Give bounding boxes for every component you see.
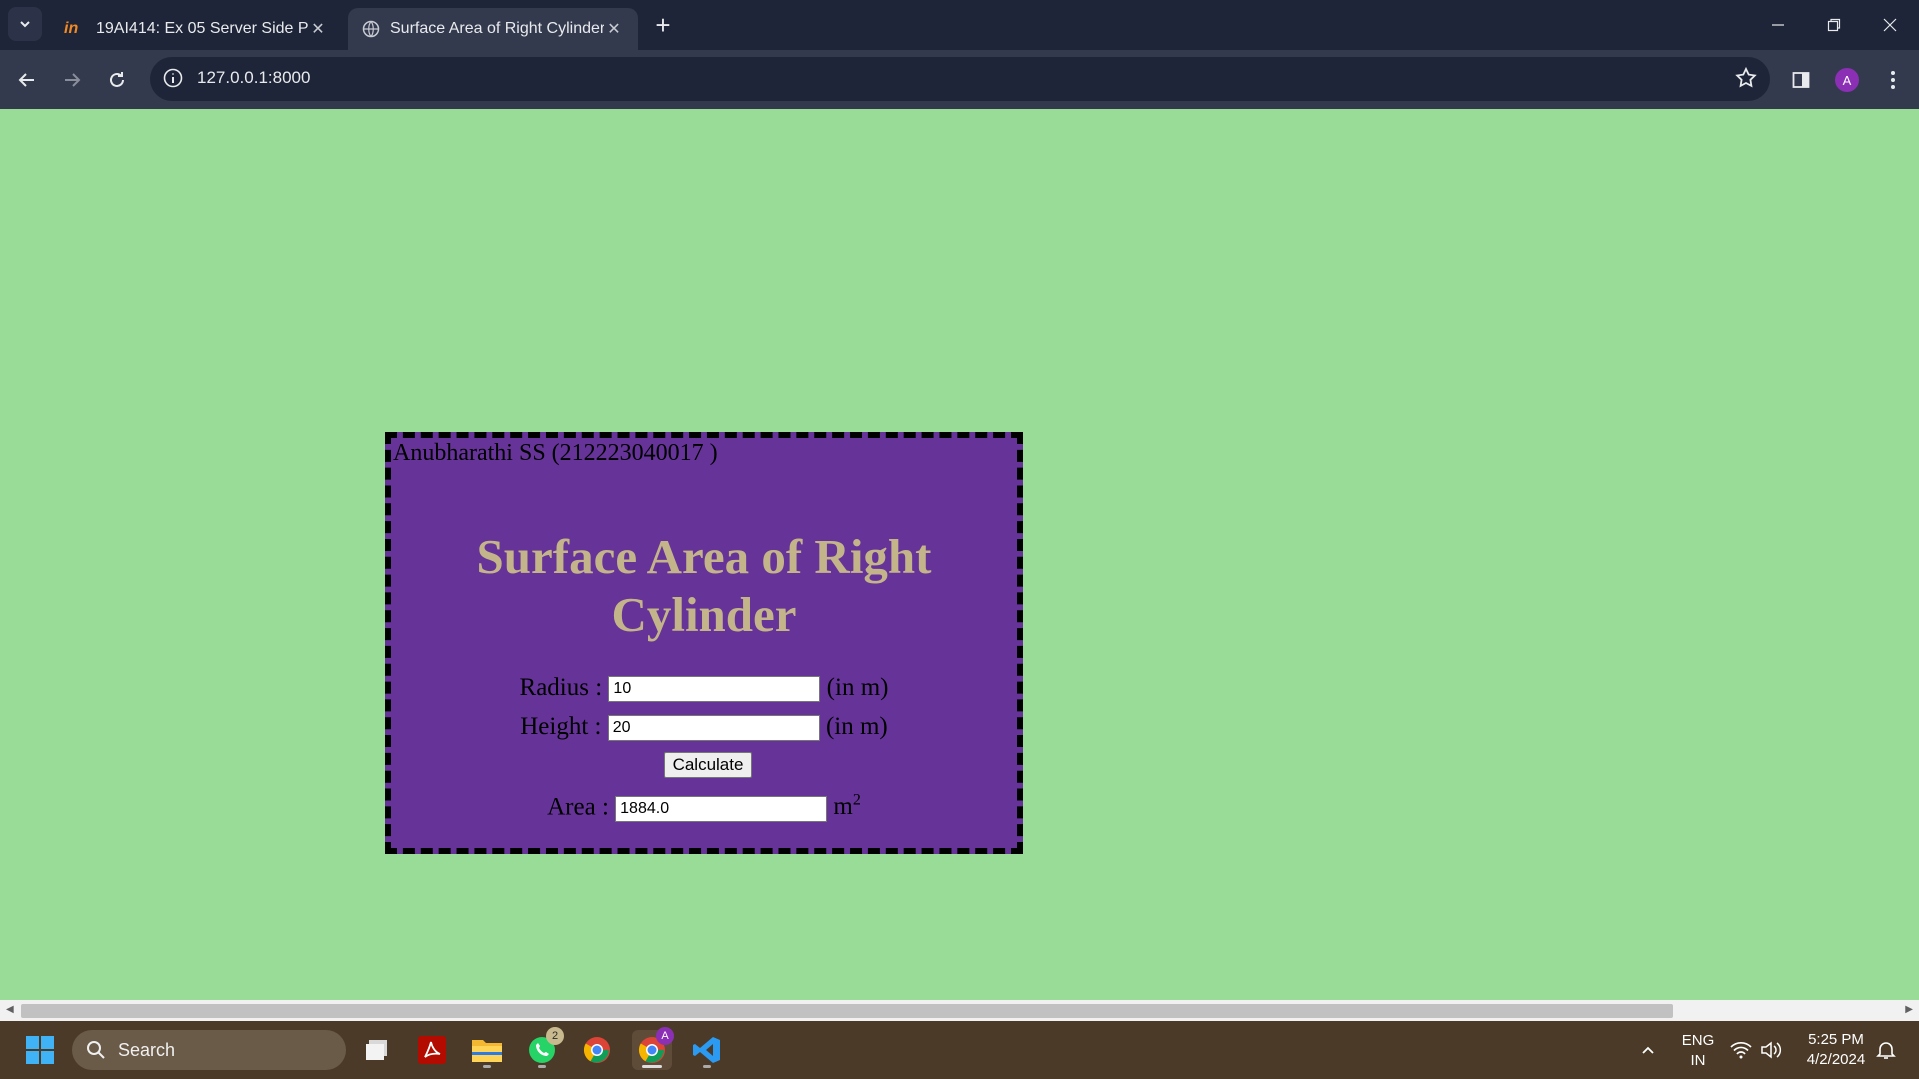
- taskbar-search[interactable]: Search: [72, 1030, 346, 1070]
- close-icon: [1883, 18, 1897, 32]
- notification-badge: 2: [546, 1027, 564, 1045]
- clock-date: 4/2/2024: [1806, 1051, 1866, 1068]
- author-line: Anubharathi SS (212223040017 ): [393, 440, 718, 466]
- taskbar-whatsapp[interactable]: 2: [522, 1027, 564, 1070]
- area-label: Area :: [547, 793, 609, 821]
- close-icon[interactable]: ✕: [604, 19, 624, 39]
- bookmark-star-icon[interactable]: [1734, 66, 1758, 90]
- height-row: Height : (in m): [391, 713, 1017, 742]
- area-unit-exponent: 2: [852, 792, 861, 809]
- running-indicator: [538, 1065, 546, 1068]
- window-close-button[interactable]: [1870, 8, 1910, 42]
- task-view-icon: [366, 1040, 387, 1060]
- folder-icon: [472, 1040, 502, 1062]
- tab-ex05[interactable]: in 19AI414: Ex 05 Server Side Proc ✕: [50, 8, 342, 50]
- side-panel-button[interactable]: [1783, 62, 1819, 98]
- running-indicator: [642, 1065, 662, 1068]
- reload-button[interactable]: [100, 63, 134, 97]
- tab-search-button[interactable]: [8, 7, 42, 41]
- browser-tab-bar: in 19AI414: Ex 05 Server Side Proc ✕ Sur…: [0, 0, 1919, 50]
- minimize-icon: [1772, 24, 1784, 26]
- search-icon: [87, 1041, 105, 1059]
- radius-unit: (in m): [826, 674, 889, 701]
- restore-button[interactable]: [1814, 8, 1854, 42]
- chevron-down-icon: [20, 21, 30, 28]
- start-button[interactable]: [20, 1030, 60, 1070]
- network-volume-tray[interactable]: [1722, 1030, 1792, 1070]
- search-placeholder: Search: [118, 1039, 176, 1060]
- page-title: Surface Area of Right Cylinder: [476, 529, 932, 642]
- horizontal-scrollbar[interactable]: ◀ ▶: [0, 1000, 1919, 1021]
- close-icon[interactable]: ✕: [308, 19, 328, 39]
- minimize-button[interactable]: [1758, 8, 1798, 42]
- back-button[interactable]: [10, 63, 44, 97]
- tray-overflow-button[interactable]: [1628, 1030, 1668, 1070]
- language-code: ENG: [1681, 1032, 1715, 1049]
- clock[interactable]: 5:25 PM 4/2/2024: [1798, 1030, 1874, 1070]
- running-indicator: [483, 1065, 491, 1068]
- area-unit: m2: [833, 792, 861, 821]
- running-indicator: [703, 1065, 711, 1068]
- moodle-in-icon: in: [64, 20, 79, 37]
- volume-icon: [1761, 1041, 1782, 1059]
- arrow-left-icon: [18, 73, 34, 87]
- chevron-up-icon: [1642, 1046, 1654, 1054]
- calculator-card: Anubharathi SS (212223040017 ) Surface A…: [385, 432, 1023, 854]
- restore-icon: [1827, 18, 1841, 32]
- height-unit: (in m): [825, 713, 888, 740]
- scroll-left-arrow-icon[interactable]: ◀: [6, 1004, 14, 1015]
- globe-icon: [362, 20, 380, 38]
- info-icon[interactable]: [162, 67, 184, 89]
- scroll-right-arrow-icon[interactable]: ▶: [1905, 1004, 1913, 1015]
- kebab-menu-icon: [1891, 71, 1895, 89]
- taskbar-chrome-profile[interactable]: A: [632, 1027, 674, 1070]
- browser-toolbar: 127.0.0.1:8000 A: [0, 50, 1919, 109]
- height-label: Height :: [520, 713, 602, 740]
- wifi-icon: [1730, 1041, 1752, 1059]
- arrow-right-icon: [65, 73, 81, 87]
- address-bar[interactable]: 127.0.0.1:8000: [150, 57, 1770, 101]
- profile-button[interactable]: A: [1829, 62, 1865, 98]
- side-panel-icon: [1792, 72, 1810, 88]
- browser-menu-button[interactable]: [1875, 62, 1911, 98]
- tab-label: 19AI414: Ex 05 Server Side Proc: [96, 20, 308, 37]
- windows-logo-icon: [26, 1036, 54, 1064]
- taskbar-acrobat[interactable]: [412, 1030, 452, 1070]
- radius-label: Radius :: [519, 674, 603, 701]
- taskbar-task-view[interactable]: [358, 1030, 398, 1070]
- taskbar-chrome[interactable]: [577, 1030, 617, 1070]
- reload-icon: [110, 72, 124, 87]
- calculate-button[interactable]: Calculate: [664, 752, 752, 778]
- bell-icon: [1876, 1042, 1896, 1059]
- avatar: A: [1835, 68, 1859, 92]
- vscode-icon: [693, 1037, 720, 1063]
- tab-surface-area[interactable]: Surface Area of Right Cylinder ✕: [348, 8, 638, 50]
- language-indicator[interactable]: ENG IN: [1680, 1031, 1716, 1071]
- profile-badge: A: [656, 1027, 674, 1045]
- address-url: 127.0.0.1:8000: [197, 68, 311, 87]
- new-tab-button[interactable]: +: [648, 10, 678, 40]
- height-input[interactable]: [607, 715, 820, 742]
- area-unit-base: m: [833, 793, 853, 821]
- windows-taskbar: Search 2 A ENG IN 5:25 PM 4/2/2024: [0, 1021, 1919, 1079]
- notifications-button[interactable]: [1866, 1030, 1906, 1070]
- tab-label: Surface Area of Right Cylinder: [390, 20, 604, 37]
- forward-button[interactable]: [55, 63, 89, 97]
- radius-input[interactable]: [608, 676, 821, 703]
- scrollbar-thumb[interactable]: [21, 1004, 1673, 1018]
- chrome-icon: [583, 1037, 610, 1063]
- clock-time: 5:25 PM: [1808, 1031, 1864, 1048]
- taskbar-vscode[interactable]: [687, 1030, 727, 1070]
- area-row: Area : m2: [391, 792, 1017, 822]
- area-output[interactable]: [615, 795, 828, 822]
- region-code: IN: [1690, 1052, 1706, 1069]
- acrobat-icon: [418, 1036, 446, 1064]
- taskbar-file-explorer[interactable]: [467, 1030, 507, 1070]
- radius-row: Radius : (in m): [391, 674, 1017, 703]
